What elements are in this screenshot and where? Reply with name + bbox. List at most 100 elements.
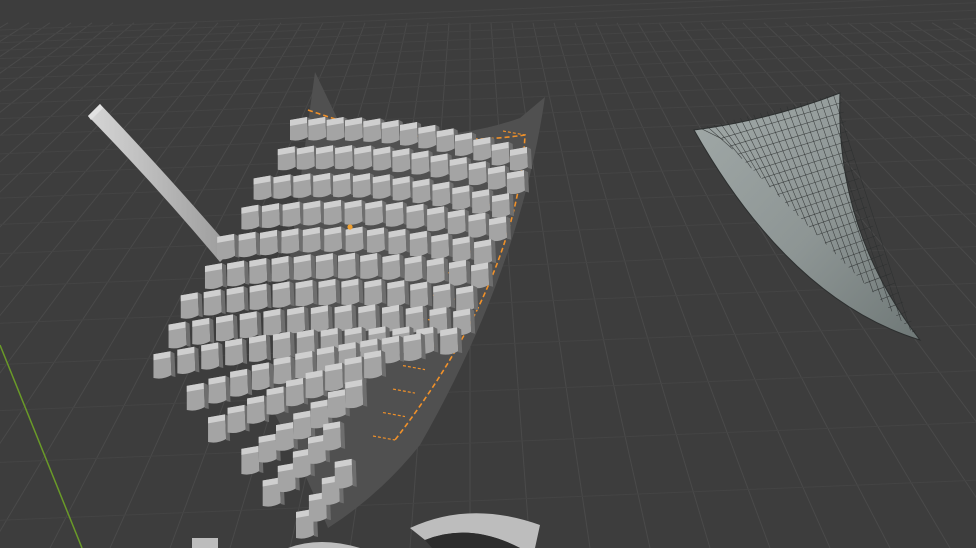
roof-tile xyxy=(372,174,395,199)
roof-tile xyxy=(201,342,224,370)
roof-tile xyxy=(281,228,304,254)
roof-tile xyxy=(238,231,261,258)
ring-object[interactable] xyxy=(192,513,540,548)
roof-tile xyxy=(510,147,532,171)
roof-tile xyxy=(323,199,346,225)
cloth-sheet-surface[interactable] xyxy=(693,92,922,341)
roof-tile xyxy=(385,201,408,227)
roof-tile xyxy=(341,278,364,306)
grid-line-depth xyxy=(574,22,771,548)
roof-tile xyxy=(412,178,435,204)
roof-tile xyxy=(249,283,272,310)
roof-tile xyxy=(411,150,434,175)
roof-tile xyxy=(333,172,356,198)
roof-tile xyxy=(406,203,429,229)
roof-tile xyxy=(249,258,272,284)
roof-tile xyxy=(392,148,415,173)
roof-tile xyxy=(431,233,454,259)
roof-tile xyxy=(227,260,250,287)
3d-viewport[interactable] xyxy=(0,0,976,548)
roof-tile xyxy=(449,157,472,182)
roof-tile xyxy=(388,228,411,255)
roof-tile xyxy=(208,414,231,443)
roof-tile xyxy=(432,181,455,207)
roof-tile xyxy=(266,386,289,415)
roof-tile xyxy=(367,227,390,253)
roof-tile xyxy=(409,230,432,257)
roof-tile xyxy=(177,346,200,374)
grid-line-width xyxy=(0,18,976,60)
roof-tile xyxy=(302,227,325,253)
roof-tile xyxy=(427,206,450,232)
roof-tile xyxy=(316,145,338,170)
roof-tile xyxy=(489,216,512,242)
roof-tile xyxy=(313,172,336,198)
grid-line-width xyxy=(0,370,976,412)
grid-line-width xyxy=(0,421,976,463)
roof-tile xyxy=(203,289,226,316)
roof-tile xyxy=(447,209,470,235)
roof-tile xyxy=(249,334,272,362)
roof-tile xyxy=(230,368,253,397)
roof-tile xyxy=(456,285,479,312)
roof-tile xyxy=(315,253,338,280)
grid-line-depth xyxy=(0,22,9,29)
roof-tile xyxy=(492,193,515,218)
roof-tile xyxy=(345,226,368,253)
roof-tile xyxy=(403,333,426,361)
roof-tile xyxy=(373,146,396,171)
roof-tile xyxy=(277,146,300,171)
grid-line-depth xyxy=(595,22,831,548)
roof-tile xyxy=(387,280,410,307)
roof-tile xyxy=(471,262,494,289)
roof-tile xyxy=(216,314,238,342)
roof-tile xyxy=(295,279,318,307)
viewport-canvas[interactable] xyxy=(0,0,976,548)
roof-tile xyxy=(262,203,285,229)
grid-line-width xyxy=(0,27,976,69)
roof-tile xyxy=(468,161,491,186)
roof-tile xyxy=(186,382,209,411)
ring-fragment xyxy=(288,542,360,548)
roof-tile xyxy=(318,278,341,306)
grid-line-width xyxy=(0,0,745,31)
roof-tile xyxy=(303,200,326,226)
roof-tile xyxy=(192,317,215,345)
roof-tile xyxy=(360,253,383,279)
roof-tile xyxy=(448,259,471,286)
small-block xyxy=(192,538,218,548)
roof-tile xyxy=(468,212,491,238)
roof-tile xyxy=(365,200,388,226)
roof-tile xyxy=(253,175,276,200)
roof-tile xyxy=(293,173,316,198)
roof-tile xyxy=(440,327,463,355)
roof-tile xyxy=(251,362,274,391)
roof-tile xyxy=(273,174,296,199)
roof-tile xyxy=(239,311,262,339)
roof-tile xyxy=(168,321,191,349)
roof-tile xyxy=(286,378,309,407)
roof-tile xyxy=(352,173,375,198)
roof-tile xyxy=(324,226,347,252)
roof-tile xyxy=(272,331,295,359)
object-origin-icon xyxy=(347,224,353,230)
roof-tile xyxy=(345,379,368,409)
roof-tile xyxy=(507,170,530,195)
roof-tile xyxy=(241,204,264,230)
roof-tile xyxy=(226,286,249,313)
roof-tile xyxy=(225,338,248,366)
roof-tile xyxy=(247,395,270,424)
roof-tile xyxy=(433,283,456,310)
roof-tile xyxy=(271,255,294,282)
roof-tile xyxy=(344,199,367,225)
cloth-sheet-object[interactable] xyxy=(693,92,922,341)
roof-tile xyxy=(474,239,497,265)
roof-tile xyxy=(227,404,250,434)
roof-tile xyxy=(452,185,475,210)
grid-line-width xyxy=(0,2,976,44)
roof-tile xyxy=(263,308,286,336)
roof-tile xyxy=(260,229,282,256)
roof-tile xyxy=(452,236,475,262)
roof-tile xyxy=(217,233,240,260)
roof-tile xyxy=(305,370,328,399)
